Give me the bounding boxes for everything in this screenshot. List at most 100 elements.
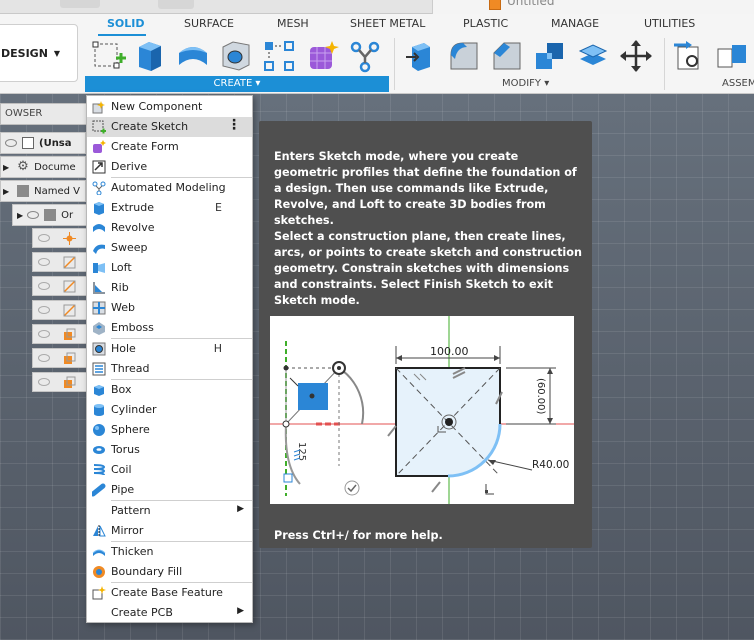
tab-solid[interactable]: SOLID: [107, 17, 145, 30]
menu-item-pipe[interactable]: Pipe: [87, 480, 252, 500]
create-sketch-icon[interactable]: [92, 39, 126, 73]
tab-mesh[interactable]: MESH: [277, 17, 309, 30]
menu-item-create-form[interactable]: Create Form: [87, 137, 252, 157]
extrude-icon[interactable]: [133, 39, 167, 73]
browser-row-plane[interactable]: [32, 372, 88, 392]
eye-icon[interactable]: [38, 354, 50, 362]
fillet-icon[interactable]: [447, 39, 481, 73]
menu-item-sphere[interactable]: Sphere: [87, 420, 252, 440]
menu-item-extrude[interactable]: Extrude E: [87, 198, 252, 218]
menu-item-hole[interactable]: Hole H: [87, 339, 252, 359]
browser-root-row[interactable]: (Unsa: [0, 132, 86, 154]
tab-plastic[interactable]: PLASTIC: [463, 17, 508, 30]
create-group-dropdown[interactable]: CREATE ▾: [85, 76, 389, 92]
menu-item-label: Mirror: [111, 524, 144, 537]
expand-arrow-icon[interactable]: ▶: [3, 187, 9, 196]
browser-row-label: Docume: [34, 161, 76, 173]
pattern-icon[interactable]: [262, 39, 296, 73]
more-options-icon[interactable]: ⋮: [227, 118, 241, 132]
menu-item-revolve[interactable]: Revolve: [87, 218, 252, 238]
sketch-illustration: 125 100.00 (60.00) R40.00: [270, 316, 574, 504]
thread-icon: [92, 362, 106, 376]
revolve-icon[interactable]: [176, 39, 210, 73]
tab-manage[interactable]: MANAGE: [551, 17, 599, 30]
eye-icon[interactable]: [38, 306, 50, 314]
document-icon: [22, 137, 34, 149]
menu-item-derive[interactable]: Derive: [87, 157, 252, 177]
tooltip-description: Enters Sketch mode, where you create geo…: [274, 150, 577, 227]
menu-item-sweep[interactable]: Sweep: [87, 238, 252, 258]
document-tab[interactable]: Untitled: [432, 0, 754, 14]
eye-icon[interactable]: [38, 330, 50, 338]
title-bar-button[interactable]: [158, 0, 194, 9]
eye-icon[interactable]: [38, 378, 50, 386]
tab-sheet-metal[interactable]: SHEET METAL: [350, 17, 425, 30]
menu-item-new-component[interactable]: New Component: [87, 97, 252, 117]
workspace-switcher[interactable]: DESIGN ▼: [0, 24, 78, 82]
create-form-icon[interactable]: [306, 39, 340, 73]
menu-item-label: Create Form: [111, 140, 179, 153]
browser-row-plane[interactable]: [32, 348, 88, 368]
browser-row-axis[interactable]: [32, 252, 88, 272]
chamfer-icon[interactable]: [490, 39, 524, 73]
browser-row-axis[interactable]: [32, 276, 88, 296]
menu-item-cylinder[interactable]: Cylinder: [87, 400, 252, 420]
tooltip-instructions: Select a construction plane, then create…: [274, 230, 582, 307]
menu-item-rib[interactable]: Rib: [87, 278, 252, 298]
menu-item-emboss[interactable]: Emboss: [87, 318, 252, 338]
browser-row-document-settings[interactable]: ▶ ⚙ Docume: [0, 156, 86, 178]
tab-surface[interactable]: SURFACE: [184, 17, 234, 30]
menu-item-loft[interactable]: Loft: [87, 258, 252, 278]
browser-row-named-views[interactable]: ▶ Named V: [0, 180, 86, 202]
automated-modeling-icon[interactable]: [348, 39, 382, 73]
eye-icon[interactable]: [38, 258, 50, 266]
menu-item-label: Sphere: [111, 423, 150, 436]
submenu-arrow-icon: ▶: [237, 504, 244, 514]
eye-icon[interactable]: [5, 139, 17, 147]
menu-item-label: Create PCB: [111, 606, 173, 619]
menu-item-mirror[interactable]: Mirror: [87, 521, 252, 541]
browser-root-label: (Unsa: [39, 137, 72, 149]
browser-row-origin-point[interactable]: [32, 228, 88, 248]
menu-item-boundary-fill[interactable]: Boundary Fill: [87, 562, 252, 582]
browser-row-label: Named V: [34, 185, 81, 197]
new-joint-icon[interactable]: [672, 39, 706, 73]
shell-icon[interactable]: [576, 39, 610, 73]
title-bar: Untitled: [0, 0, 754, 14]
assemble-group-dropdown[interactable]: ASSEM: [722, 78, 754, 89]
menu-item-box[interactable]: Box: [87, 380, 252, 400]
boundary-fill-icon: [93, 566, 105, 578]
hole-icon[interactable]: [219, 39, 253, 73]
folder-icon: [44, 209, 57, 221]
menu-item-label: Torus: [111, 443, 140, 456]
expand-arrow-icon[interactable]: ▶: [17, 211, 23, 220]
plane-icon: [64, 352, 76, 364]
menu-item-web[interactable]: Web: [87, 298, 252, 318]
emboss-icon: [93, 322, 105, 335]
tab-utilities[interactable]: UTILITIES: [644, 17, 695, 30]
expand-arrow-icon[interactable]: ▶: [3, 163, 9, 172]
create-sketch-icon: [92, 120, 106, 134]
press-pull-icon[interactable]: [404, 39, 438, 73]
eye-icon[interactable]: [38, 234, 50, 242]
menu-item-thicken[interactable]: Thicken: [87, 542, 252, 562]
menu-item-coil[interactable]: Coil: [87, 460, 252, 480]
move-icon[interactable]: [619, 39, 653, 73]
derive-icon: [92, 160, 106, 174]
menu-item-create-pcb[interactable]: Create PCB ▶: [87, 603, 252, 623]
hidden-eye-icon[interactable]: [27, 211, 40, 219]
browser-row-plane[interactable]: [32, 324, 88, 344]
menu-item-thread[interactable]: Thread: [87, 359, 252, 379]
modify-group-dropdown[interactable]: MODIFY ▾: [502, 78, 549, 89]
menu-item-pattern[interactable]: Pattern ▶: [87, 501, 252, 521]
combine-icon[interactable]: [533, 39, 567, 73]
browser-row-origin[interactable]: ▶ Or: [12, 204, 88, 226]
title-bar-button[interactable]: [60, 0, 100, 8]
menu-item-create-base-feature[interactable]: Create Base Feature: [87, 583, 252, 603]
menu-item-automated-modeling[interactable]: Automated Modeling: [87, 178, 252, 198]
menu-item-create-sketch[interactable]: Create Sketch ⋮: [87, 117, 252, 137]
eye-icon[interactable]: [38, 282, 50, 290]
as-built-joint-icon[interactable]: [716, 39, 750, 73]
menu-item-torus[interactable]: Torus: [87, 440, 252, 460]
browser-row-axis[interactable]: [32, 300, 88, 320]
